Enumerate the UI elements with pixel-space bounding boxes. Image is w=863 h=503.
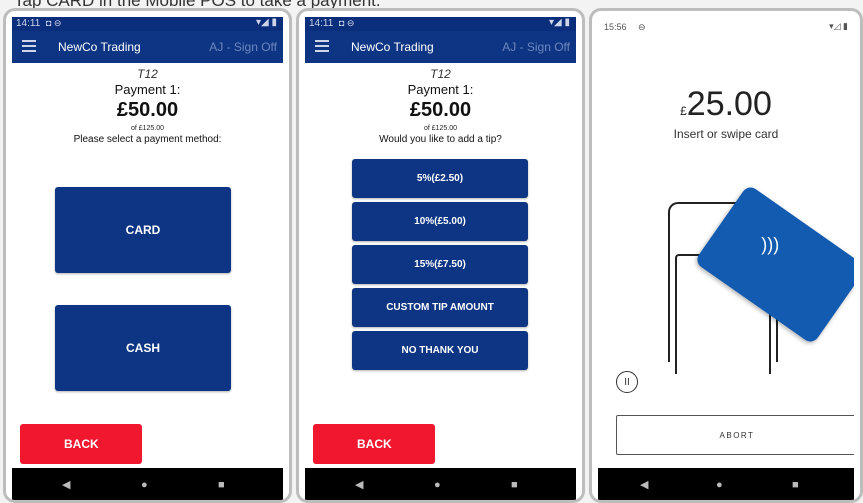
back-button[interactable]: BACK (20, 424, 142, 464)
sign-off-button[interactable]: AJ - Sign Off (209, 40, 277, 54)
app-bar: NewCo Trading AJ - Sign Off (305, 31, 576, 63)
nav-home-icon[interactable]: ● (141, 480, 148, 491)
system-nav-bar: ◀ ● ■ (305, 468, 576, 500)
status-time: 14:11 (16, 18, 41, 29)
back-button[interactable]: BACK (313, 424, 435, 464)
payment-amount: £50.00 (116, 99, 179, 121)
abort-button[interactable]: ABORT (616, 415, 854, 455)
tip-prompt: Would you like to add a tip? (379, 134, 502, 145)
amount-value: 25.00 (686, 85, 772, 123)
sign-off-button[interactable]: AJ - Sign Off (502, 40, 570, 54)
signal-battery-icon: ▾◢ ▮ (256, 17, 277, 28)
contactless-icon: ))) (761, 234, 780, 255)
table-number: T12 (137, 67, 158, 81)
app-title: NewCo Trading (351, 40, 434, 54)
nav-back-icon[interactable]: ◀ (62, 480, 70, 491)
nav-back-icon[interactable]: ◀ (355, 480, 363, 491)
status-time: 14:11 (309, 18, 334, 29)
currency-symbol: £ (680, 104, 687, 118)
payment-summary: T12 Payment 1: £50.00 of £125.00 Please … (12, 63, 283, 145)
nav-recents-icon[interactable]: ■ (511, 480, 518, 491)
cash-button[interactable]: CASH (55, 305, 231, 391)
payment-label: Payment 1: (407, 82, 474, 97)
payment-summary: T12 Payment 1: £50.00 of £125.00 Would y… (305, 63, 576, 145)
menu-icon[interactable] (315, 40, 329, 54)
custom-tip-button[interactable]: CUSTOM TIP AMOUNT (352, 288, 528, 327)
table-number: T12 (430, 67, 451, 81)
status-bar: 15:56 ⊖ ▾◿ ▮ (598, 17, 854, 37)
phone-payment-method: 14:11 ◘ ⊖ ▾◢ ▮ NewCo Trading AJ - Sign O… (3, 8, 292, 503)
system-nav-bar: ◀ ● ■ (598, 468, 854, 500)
pause-icon: II (624, 376, 630, 388)
tip-5-percent-button[interactable]: 5%(£2.50) (352, 159, 528, 198)
payment-amount: £50.00 (409, 99, 472, 121)
card-prompt: Insert or swipe card (673, 127, 779, 141)
system-nav-bar: ◀ ● ■ (12, 468, 283, 500)
payment-label: Payment 1: (114, 82, 181, 97)
notification-icons: ◘ ⊖ (46, 18, 62, 28)
phone-tip-selection: 14:11 ◘ ⊖ ▾◢ ▮ NewCo Trading AJ - Sign O… (296, 8, 585, 503)
app-bar: NewCo Trading AJ - Sign Off (12, 31, 283, 63)
app-title: NewCo Trading (58, 40, 141, 54)
pause-button[interactable]: II (616, 371, 638, 393)
no-tip-button[interactable]: NO THANK YOU (352, 331, 528, 370)
signal-battery-icon: ▾◢ ▮ (549, 17, 570, 28)
menu-icon[interactable] (22, 40, 36, 54)
tip-10-percent-button[interactable]: 10%(£5.00) (352, 202, 528, 241)
status-bar: 14:11 ◘ ⊖ ▾◢ ▮ (305, 17, 576, 31)
signal-battery-icon: ▾◿ ▮ (829, 21, 848, 31)
nav-back-icon[interactable]: ◀ (640, 480, 648, 491)
card-button[interactable]: CARD (55, 187, 231, 273)
status-time: 15:56 (604, 22, 627, 32)
payment-prompt: Please select a payment method: (73, 134, 222, 145)
tip-15-percent-button[interactable]: 15%(£7.50) (352, 245, 528, 284)
notification-icons: ◘ ⊖ (339, 18, 355, 28)
nav-home-icon[interactable]: ● (434, 480, 441, 491)
sim-icon: ⊖ (638, 22, 646, 32)
charge-amount: £25.00 (598, 85, 854, 124)
nav-home-icon[interactable]: ● (716, 480, 723, 491)
nav-recents-icon[interactable]: ■ (792, 480, 799, 491)
status-bar: 14:11 ◘ ⊖ ▾◢ ▮ (12, 17, 283, 31)
nav-recents-icon[interactable]: ■ (218, 480, 225, 491)
total-amount: of £125.00 (423, 125, 458, 132)
total-amount: of £125.00 (130, 125, 165, 132)
phone-card-reader: 15:56 ⊖ ▾◿ ▮ £25.00 Insert or swipe card… (589, 8, 863, 503)
